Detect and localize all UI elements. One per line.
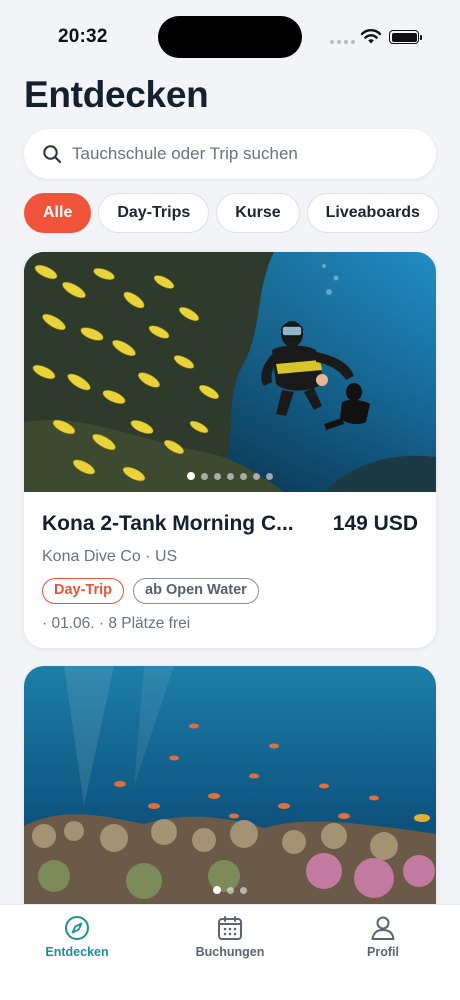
trip-price: 149 USD [332, 512, 418, 535]
chip-liveaboards[interactable]: Liveaboards [306, 193, 439, 233]
trip-photo [24, 666, 436, 906]
filter-chips: Alle Day-Trips Kurse Liveaboards [24, 193, 460, 235]
page-title: Entdecken [24, 74, 209, 115]
trip-tags: Day-Trip ab Open Water [42, 578, 418, 604]
carousel-dot[interactable] [240, 886, 247, 894]
dynamic-island [158, 16, 302, 58]
tab-bar: Entdecken Buchungen Profil [0, 904, 460, 1000]
wifi-icon [360, 29, 382, 44]
tab-label: Entdecken [45, 945, 109, 959]
trip-meta: · 01.06. · 8 Plätze frei [42, 615, 191, 632]
carousel-dot[interactable] [201, 472, 208, 480]
carousel-dots [24, 886, 436, 894]
tag-certification: ab Open Water [133, 578, 259, 604]
chip-all[interactable]: Alle [24, 193, 92, 233]
chip-courses[interactable]: Kurse [216, 193, 300, 233]
battery-icon [389, 30, 422, 44]
search-bar[interactable] [24, 129, 436, 179]
search-icon [43, 145, 62, 164]
tab-discover[interactable]: Entdecken [17, 915, 137, 959]
carousel-dot[interactable] [214, 472, 221, 480]
trip-image-carousel[interactable] [24, 252, 436, 492]
calendar-icon [218, 916, 242, 940]
status-time: 20:32 [58, 26, 108, 47]
status-bar: 20:32 [0, 0, 460, 70]
search-input[interactable] [72, 144, 412, 164]
chip-day-trips[interactable]: Day-Trips [98, 193, 210, 233]
carousel-dot[interactable] [240, 472, 247, 480]
carousel-dot[interactable] [227, 886, 234, 894]
carousel-dot[interactable] [227, 472, 234, 480]
carousel-dot[interactable] [187, 472, 195, 480]
cellular-signal-icon [330, 40, 355, 44]
trip-image-carousel[interactable] [24, 666, 436, 906]
tab-label: Buchungen [195, 945, 265, 959]
tab-label: Profil [367, 945, 399, 959]
person-icon [371, 916, 395, 940]
trip-operator: Kona Dive Co · US [42, 548, 178, 565]
tag-trip-type: Day-Trip [42, 578, 125, 604]
carousel-dot[interactable] [213, 886, 221, 894]
tab-bookings[interactable]: Buchungen [170, 915, 290, 959]
trip-card[interactable]: Kona 2-Tank Morning C... 149 USD Kona Di… [24, 252, 436, 648]
trip-photo [24, 252, 436, 492]
carousel-dots [24, 472, 436, 480]
carousel-dot[interactable] [253, 472, 260, 480]
tab-profile[interactable]: Profil [323, 915, 443, 959]
carousel-dot[interactable] [266, 472, 273, 480]
trip-title: Kona 2-Tank Morning C... [42, 512, 294, 535]
compass-icon [65, 916, 89, 940]
